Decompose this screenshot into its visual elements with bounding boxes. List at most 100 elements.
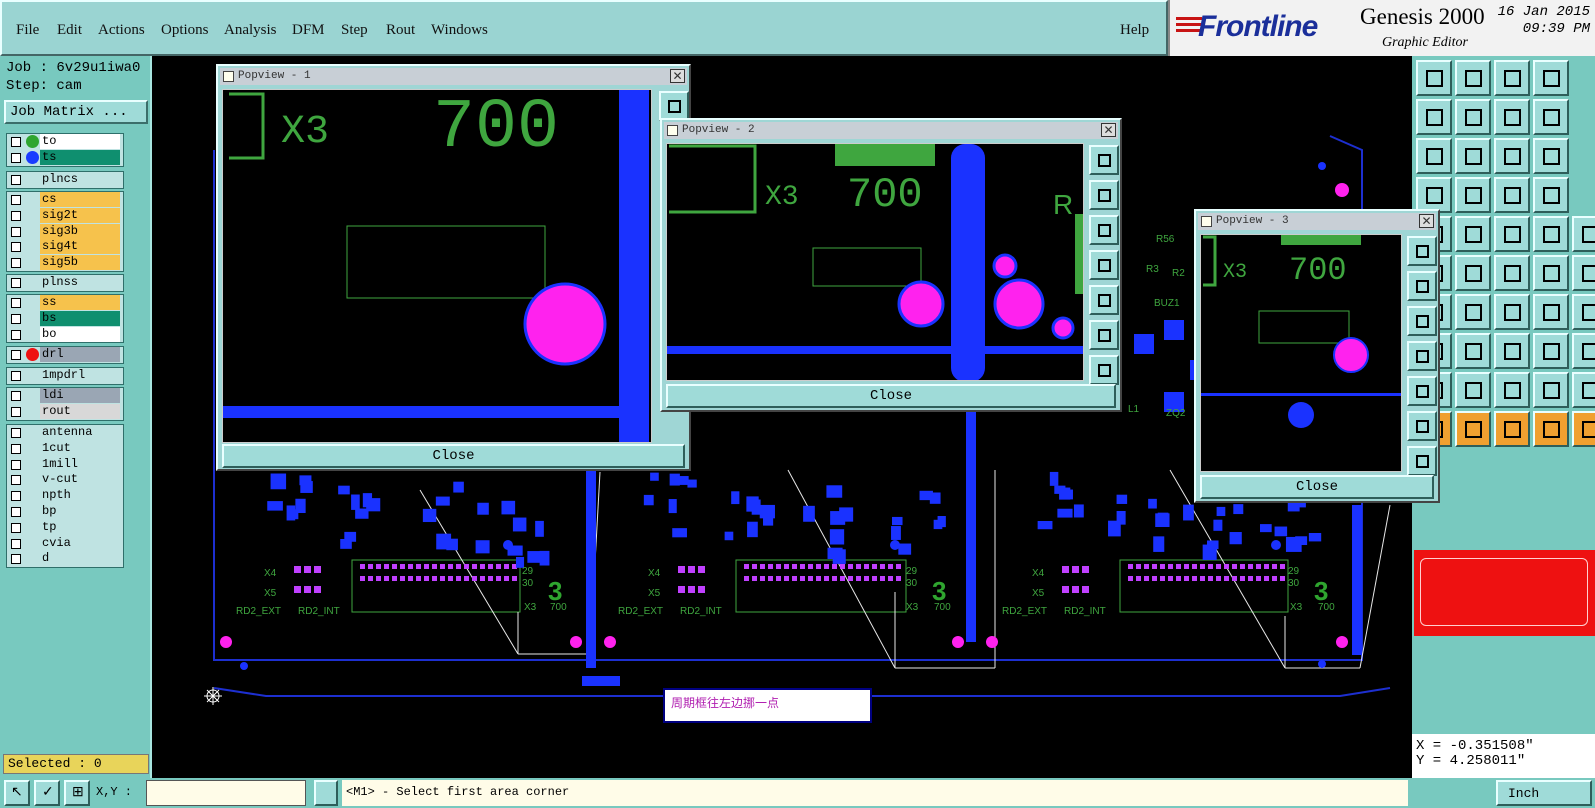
pan-tool-button[interactable] — [1416, 99, 1452, 135]
layer-name[interactable]: plncs — [40, 172, 120, 187]
popview-canvas[interactable]: X3 700 R — [666, 143, 1084, 381]
layer-name[interactable]: sig2t — [40, 207, 120, 223]
layer-checkbox[interactable] — [11, 428, 21, 438]
pan-up-button[interactable] — [1089, 180, 1119, 210]
layer-checkbox[interactable] — [11, 313, 21, 324]
drill-tool-button[interactable] — [1494, 177, 1530, 213]
layer-row-bp[interactable]: bp — [7, 503, 123, 520]
layer-name[interactable]: 1mpdrl — [40, 368, 120, 383]
layer-checkbox[interactable] — [11, 443, 21, 454]
layer-row-sig5b[interactable]: sig5b — [7, 255, 123, 271]
layer-checkbox[interactable] — [11, 242, 21, 253]
layer-row-rout[interactable]: rout — [7, 403, 123, 420]
menu-file[interactable]: File — [16, 22, 39, 39]
close-button[interactable]: Close — [222, 444, 685, 468]
layer-row-ts[interactable]: ts — [7, 149, 123, 166]
zoom-in-button[interactable] — [1407, 411, 1437, 441]
layer-checkbox[interactable] — [11, 137, 21, 147]
zoom-home-button[interactable] — [1089, 145, 1119, 175]
zoom-in-tool-button[interactable] — [1494, 333, 1530, 369]
popview-titlebar[interactable]: Popview - 1 ✕ — [220, 68, 687, 85]
snap-tool-button[interactable] — [1455, 372, 1491, 408]
undo-tool-button[interactable] — [1494, 99, 1530, 135]
feature-select-tool-button[interactable] — [1572, 372, 1595, 408]
layer-row-npth[interactable]: npth — [7, 488, 123, 504]
delete-tool-button[interactable] — [1494, 294, 1530, 330]
zoom-in-tool-button[interactable] — [1533, 60, 1569, 96]
grid-tool-button[interactable] — [1494, 372, 1530, 408]
scale-tool-button[interactable] — [1455, 177, 1491, 213]
layer-row-1mpdrl[interactable]: 1mpdrl — [7, 368, 123, 384]
layer-checkbox[interactable] — [11, 210, 21, 221]
layer-row-1cut[interactable]: 1cut — [7, 440, 123, 457]
xy-input[interactable] — [146, 780, 306, 806]
zoom-fit-tool-button[interactable] — [1494, 60, 1530, 96]
fill-tool-button[interactable] — [1533, 372, 1569, 408]
layer-name[interactable]: ldi — [40, 388, 120, 403]
redraw-tool-button[interactable] — [1572, 333, 1595, 369]
zoom-home-button[interactable] — [1407, 236, 1437, 266]
menu-help[interactable]: Help — [1120, 22, 1149, 39]
layer-row-bo[interactable]: bo — [7, 326, 123, 343]
scale-tool-button[interactable] — [1494, 411, 1530, 447]
drill-tool-button[interactable] — [1533, 411, 1569, 447]
stop-button[interactable] — [314, 780, 338, 806]
measure-tool-button[interactable]: ✓ — [34, 780, 60, 806]
layer-row-v-cut[interactable]: v-cut — [7, 472, 123, 488]
layer-checkbox[interactable] — [11, 350, 21, 360]
fill-tool-button[interactable] — [1455, 138, 1491, 174]
layer-checkbox[interactable] — [11, 278, 21, 288]
pan-up-button[interactable] — [1407, 271, 1437, 301]
layer-checkbox[interactable] — [11, 491, 21, 502]
layer-checkbox[interactable] — [11, 175, 21, 185]
layer-name[interactable]: antenna — [40, 425, 120, 440]
layer-row-1mill[interactable]: 1mill — [7, 456, 123, 473]
move-tool-button[interactable] — [1533, 177, 1569, 213]
layer-row-cvia[interactable]: cvia — [7, 535, 123, 552]
menu-windows[interactable]: Windows — [431, 22, 488, 39]
popview-canvas[interactable]: X3 700 — [222, 89, 652, 443]
layer-name[interactable]: cs — [40, 192, 120, 207]
zoom-fit-tool-button[interactable] — [1455, 333, 1491, 369]
menu-rout[interactable]: Rout — [386, 22, 415, 39]
pan-right-button[interactable] — [1089, 285, 1119, 315]
close-button[interactable]: Close — [1200, 475, 1434, 499]
pan-left-button[interactable] — [1407, 341, 1437, 371]
layer-checkbox[interactable] — [11, 538, 21, 549]
layer-name[interactable]: d — [40, 551, 120, 567]
mirror-tool-button[interactable] — [1494, 216, 1530, 252]
layer-checkbox[interactable] — [11, 152, 21, 163]
layer-checkbox[interactable] — [11, 459, 21, 470]
layer-name[interactable]: 1mill — [40, 456, 120, 472]
layer-checkbox[interactable] — [11, 329, 21, 340]
snap-tool-button[interactable] — [1533, 99, 1569, 135]
feature-select-tool-button[interactable] — [1494, 138, 1530, 174]
layer-row-to[interactable]: to — [7, 134, 123, 150]
layer-row-sig4t[interactable]: sig4t — [7, 239, 123, 255]
layer-name[interactable]: drl — [40, 347, 120, 362]
layer-name[interactable]: bp — [40, 503, 120, 519]
layer-name[interactable]: bo — [40, 326, 120, 342]
select-tool-button[interactable]: ↖ — [4, 780, 30, 806]
layer-name[interactable]: 1cut — [40, 440, 120, 456]
pan-left-button[interactable] — [1089, 250, 1119, 280]
layer-checkbox[interactable] — [11, 298, 21, 308]
rotate-tool-button[interactable] — [1455, 216, 1491, 252]
close-icon[interactable]: ✕ — [670, 69, 685, 83]
layer-row-tp[interactable]: tp — [7, 519, 123, 536]
layer-row-bs[interactable]: bs — [7, 310, 123, 327]
zoom-home-button[interactable] — [659, 91, 689, 121]
layer-row-plncs[interactable]: plncs — [7, 172, 123, 188]
resize-tool-button[interactable] — [1533, 216, 1569, 252]
layer-name[interactable]: sig5b — [40, 255, 120, 271]
grid-tool-button[interactable] — [1416, 138, 1452, 174]
layer-checkbox[interactable] — [11, 195, 21, 205]
close-icon[interactable]: ✕ — [1419, 214, 1434, 228]
menu-actions[interactable]: Actions — [98, 22, 145, 39]
menu-analysis[interactable]: Analysis — [224, 22, 277, 39]
add-pad-tool-button[interactable] — [1572, 216, 1595, 252]
zoom-in-button[interactable] — [1089, 320, 1119, 350]
layer-checkbox[interactable] — [11, 391, 21, 401]
highlight-tool-button[interactable] — [1533, 294, 1569, 330]
menu-options[interactable]: Options — [161, 22, 209, 39]
